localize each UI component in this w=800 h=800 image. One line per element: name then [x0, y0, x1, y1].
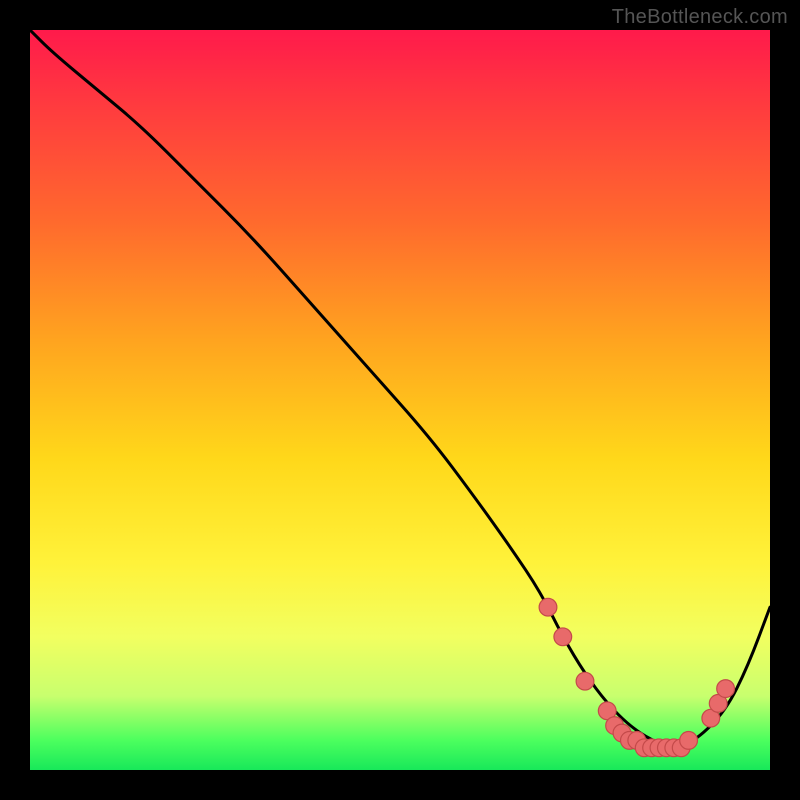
curve-marker-dot — [539, 598, 557, 616]
curve-marker-dot — [576, 672, 594, 690]
watermark-text: TheBottleneck.com — [612, 6, 788, 29]
bottleneck-curve-path — [30, 30, 770, 746]
curve-marker-dot — [717, 680, 735, 698]
curve-marker-dot — [680, 732, 698, 750]
plot-area — [30, 30, 770, 770]
curve-svg — [30, 30, 770, 770]
chart-stage: TheBottleneck.com — [0, 0, 800, 800]
curve-marker-dot — [554, 628, 572, 646]
